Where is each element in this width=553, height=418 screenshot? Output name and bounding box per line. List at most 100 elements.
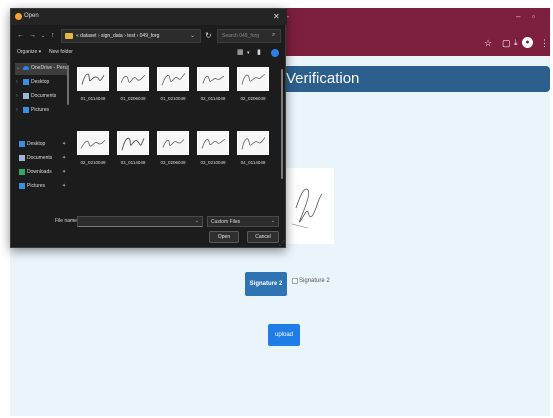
close-icon[interactable]: ✕: [273, 12, 280, 21]
command-bar: Organize ▾ New folder ▦ ▾ ▮: [11, 47, 287, 61]
file-name: 01_0114049: [80, 96, 106, 101]
nav-item-desktop[interactable]: › Desktop: [15, 77, 67, 89]
nav-item-label: OneDrive - Pers: [31, 65, 67, 71]
nav-item-label: Pictures: [27, 183, 46, 189]
file-item[interactable]: 03_0206049: [153, 129, 193, 179]
signature-thumbnail: [157, 131, 189, 155]
page-header-bar: Verification: [272, 66, 550, 92]
file-type-filter[interactable]: Custom Files ⌄: [207, 216, 279, 227]
file-name: 01_0206049: [120, 96, 146, 101]
file-name: 01_0210049: [160, 96, 186, 101]
file-item[interactable]: 02_0114049: [193, 65, 233, 115]
upload-button[interactable]: upload: [268, 324, 300, 346]
chevron-down-icon[interactable]: ⌄: [16, 65, 20, 71]
nav-item-documents[interactable]: › Documents: [15, 91, 67, 103]
file-item[interactable]: 01_0206049: [113, 65, 153, 115]
nav-item-label: Desktop: [27, 141, 46, 147]
chevron-down-icon[interactable]: ⌄: [190, 32, 195, 39]
quick-access-documents[interactable]: Documents ✦: [15, 153, 67, 165]
file-item[interactable]: 02_0210049: [73, 129, 113, 179]
file-item[interactable]: 03_0210049: [193, 129, 233, 179]
file-open-dialog: Open ✕ ← → ⌄ ↑ « dataset › sign_data › t…: [10, 8, 287, 248]
documents-folder-icon: [19, 155, 25, 161]
file-name: 03_0114049: [120, 160, 146, 165]
nav-item-onedrive[interactable]: ⌄ OneDrive - Pers: [15, 63, 67, 75]
minimize-icon[interactable]: –: [516, 12, 520, 21]
file-item[interactable]: 02_0206049: [233, 65, 273, 115]
file-name: 03_0206049: [160, 160, 186, 165]
file-name: 02_0210049: [80, 160, 106, 165]
quick-access-downloads[interactable]: Downloads ✦: [15, 167, 67, 179]
chevron-down-icon[interactable]: ⌄: [195, 218, 199, 224]
signature-thumbnail: [77, 131, 109, 155]
quick-access-pictures[interactable]: Pictures ✦: [15, 181, 67, 193]
file-type-value: Custom Files: [211, 219, 241, 225]
cloud-icon: [23, 66, 29, 70]
refresh-icon[interactable]: ↻: [205, 31, 212, 40]
up-arrow-icon[interactable]: ↑: [51, 32, 55, 40]
dialog-buttons: Open Cancel: [11, 231, 287, 245]
search-input[interactable]: Search 049_forg ⌕: [217, 29, 281, 43]
view-chevron-icon[interactable]: ▾: [247, 49, 250, 57]
desktop-folder-icon: [19, 141, 25, 147]
view-options-icon[interactable]: ▦: [237, 49, 244, 57]
search-icon: ⌕: [272, 32, 276, 38]
file-list-scrollbar[interactable]: [281, 69, 283, 179]
pictures-folder-icon: [23, 107, 29, 113]
address-row: ← → ⌄ ↑ « dataset › sign_data › test › 0…: [11, 25, 287, 47]
pin-icon: ✦: [62, 155, 67, 161]
file-name: 02_0114049: [200, 96, 226, 101]
chevron-right-icon[interactable]: ›: [16, 93, 18, 99]
pin-icon: ✦: [62, 169, 67, 175]
back-arrow-icon[interactable]: ←: [17, 32, 24, 40]
download-icon[interactable]: ⤓: [514, 38, 518, 48]
extensions-icon[interactable]: ▢: [502, 38, 511, 48]
signature-thumbnail: [157, 67, 189, 91]
signature-thumbnail: [237, 131, 269, 155]
file-name: 02_0206049: [240, 96, 266, 101]
quick-access-desktop[interactable]: Desktop ✦: [15, 139, 67, 151]
file-item[interactable]: 04_0114049: [233, 129, 273, 179]
signature-thumbnail: [117, 67, 149, 91]
profile-avatar[interactable]: ●: [522, 37, 533, 48]
broken-image-alt-text: Signature 2: [299, 278, 330, 284]
bookmark-star-icon[interactable]: ☆: [484, 38, 492, 48]
file-name-row: File name: ⌄ Custom Files ⌄: [11, 215, 287, 229]
open-button[interactable]: Open: [209, 231, 239, 243]
nav-item-label: Pictures: [31, 107, 50, 113]
organize-button[interactable]: Organize ▾: [17, 49, 41, 55]
maximize-icon[interactable]: ▫: [532, 12, 535, 21]
file-name-label: File name:: [55, 218, 79, 224]
pin-icon: ✦: [62, 141, 67, 147]
chevron-down-icon[interactable]: ⌄: [271, 218, 275, 224]
file-name-input[interactable]: ⌄: [77, 216, 203, 227]
resize-grip-icon[interactable]: ⋰: [279, 241, 285, 247]
dialog-title: Open: [24, 13, 39, 19]
preview-pane-icon[interactable]: ▮: [257, 49, 261, 57]
nav-item-pictures[interactable]: › Pictures: [15, 105, 67, 117]
signature-thumbnail: [117, 131, 149, 155]
file-item[interactable]: 01_0210049: [153, 65, 193, 115]
nav-item-label: Downloads: [27, 169, 52, 175]
recent-locations-chevron-icon[interactable]: ⌄: [41, 32, 45, 40]
forward-arrow-icon[interactable]: →: [29, 32, 36, 40]
nav-pane-scrollbar[interactable]: [67, 65, 69, 105]
dialog-title-bar: Open ✕: [11, 9, 287, 25]
chevron-right-icon[interactable]: ›: [16, 79, 18, 85]
signature-2-button[interactable]: Signature 2: [245, 272, 287, 296]
pictures-folder-icon: [19, 183, 25, 189]
address-bar[interactable]: « dataset › sign_data › test › 049_forg …: [61, 29, 201, 43]
downloads-folder-icon: [19, 169, 25, 175]
menu-kebab-icon[interactable]: ⋮: [540, 38, 549, 48]
signature-thumbnail: [197, 67, 229, 91]
help-icon[interactable]: [271, 49, 279, 57]
file-item[interactable]: 03_0114049: [113, 129, 153, 179]
page-title: Verification: [286, 70, 360, 87]
cancel-button[interactable]: Cancel: [247, 231, 279, 243]
broken-image-icon: [292, 278, 298, 284]
chevron-right-icon[interactable]: ›: [16, 107, 18, 113]
file-name: 03_0210049: [200, 160, 226, 165]
new-folder-button[interactable]: New folder: [49, 49, 73, 55]
navigation-pane: ⌄ OneDrive - Pers › Desktop › Documents …: [15, 63, 67, 211]
file-item[interactable]: 01_0114049: [73, 65, 113, 115]
